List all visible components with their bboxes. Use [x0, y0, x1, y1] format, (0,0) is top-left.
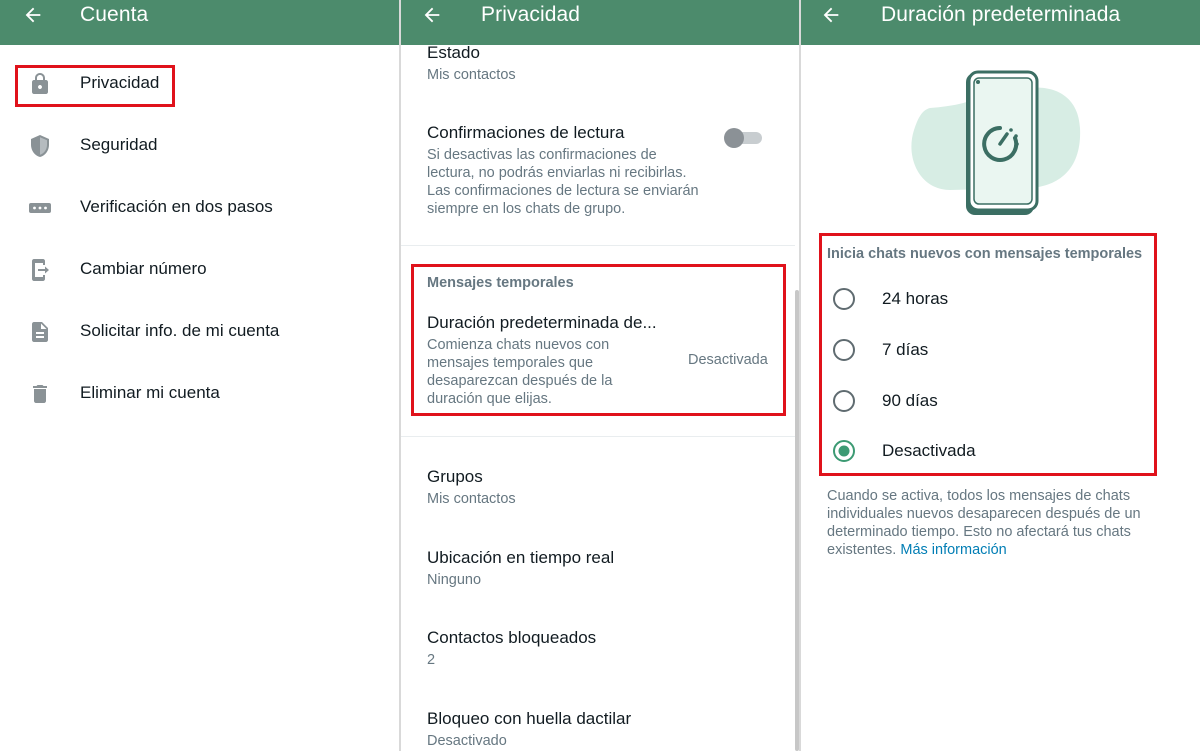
timer-phone-illustration	[911, 70, 1081, 215]
item-title: Grupos	[427, 467, 483, 486]
item-title: Estado	[427, 43, 480, 62]
item-title: Confirmaciones de lectura	[427, 123, 625, 142]
dots-icon	[29, 203, 51, 213]
radio-option-90d[interactable]: 90 días	[832, 387, 1152, 413]
account-item-two-step[interactable]: Verificación en dos pasos	[0, 184, 400, 234]
back-arrow-icon[interactable]	[22, 4, 44, 26]
back-arrow-icon[interactable]	[421, 4, 443, 26]
item-title: Ubicación en tiempo real	[427, 548, 615, 567]
radio-label: Desactivada	[882, 441, 976, 460]
radio-option-7d[interactable]: 7 días	[832, 336, 1152, 362]
page-title: Duración predeterminada	[881, 3, 1121, 26]
privacy-item-live-location[interactable]: Ubicación en tiempo real Ninguno	[427, 548, 614, 589]
account-item-label: Verificación en dos pasos	[80, 197, 273, 216]
item-value: Mis contactos	[427, 67, 516, 83]
privacy-item-groups[interactable]: Grupos Mis contactos	[427, 467, 516, 508]
privacy-item-status[interactable]: Estado Mis contactos	[427, 43, 516, 84]
item-value: Mis contactos	[427, 491, 516, 507]
options-header: Inicia chats nuevos con mensajes tempora…	[827, 246, 1143, 262]
item-title: Bloqueo con huella dactilar	[427, 709, 632, 728]
radio-option-off[interactable]: Desactivada	[832, 437, 1152, 463]
radio-unchecked-icon[interactable]	[832, 389, 856, 413]
item-value: Ninguno	[427, 572, 482, 588]
radio-label: 24 horas	[882, 289, 949, 308]
account-item-label: Cambiar número	[80, 259, 207, 278]
item-description: Si desactivas las confirmaciones de lect…	[427, 147, 699, 217]
back-arrow-icon[interactable]	[820, 4, 842, 26]
page-title: Privacidad	[481, 3, 581, 26]
privacy-item-blocked[interactable]: Contactos bloqueados 2	[427, 628, 596, 669]
account-item-label: Solicitar info. de mi cuenta	[80, 321, 280, 340]
highlight-box	[411, 264, 786, 416]
privacy-item-read-receipts[interactable]: Confirmaciones de lectura Si desactivas …	[427, 123, 727, 218]
shield-icon	[31, 135, 49, 157]
account-item-request-info[interactable]: Solicitar info. de mi cuenta	[0, 308, 400, 358]
account-item-change-number[interactable]: Cambiar número	[0, 246, 400, 296]
trash-icon	[33, 385, 47, 403]
account-item-security[interactable]: Seguridad	[0, 122, 400, 172]
read-receipts-toggle[interactable]	[724, 128, 762, 148]
account-panel: Cuenta Privacidad Seguridad Verificación…	[0, 0, 400, 751]
account-item-label: Seguridad	[80, 135, 158, 154]
radio-label: 90 días	[882, 391, 938, 410]
privacy-item-fingerprint[interactable]: Bloqueo con huella dactilar Desactivado	[427, 709, 631, 750]
item-title: Contactos bloqueados	[427, 628, 597, 647]
page-title: Cuenta	[80, 3, 149, 26]
radio-unchecked-icon[interactable]	[832, 338, 856, 362]
divider	[401, 436, 795, 437]
divider	[401, 245, 795, 246]
document-icon	[32, 322, 48, 342]
highlight-box	[15, 65, 175, 107]
account-appbar: Cuenta	[0, 0, 400, 45]
privacy-appbar: Privacidad	[401, 0, 799, 45]
radio-option-24h[interactable]: 24 horas	[832, 285, 1152, 311]
item-value: Desactivado	[427, 733, 507, 749]
change-number-icon	[32, 259, 49, 281]
radio-checked-icon[interactable]	[832, 439, 856, 463]
item-value: 2	[427, 652, 436, 668]
account-item-label: Eliminar mi cuenta	[80, 383, 220, 402]
account-item-delete[interactable]: Eliminar mi cuenta	[0, 370, 400, 420]
info-note: Cuando se activa, todos los mensajes de …	[827, 488, 1141, 558]
more-info-link[interactable]: Más información	[900, 542, 1006, 558]
radio-label: 7 días	[882, 340, 929, 359]
radio-unchecked-icon[interactable]	[832, 287, 856, 311]
duration-appbar: Duración predeterminada	[801, 0, 1200, 45]
